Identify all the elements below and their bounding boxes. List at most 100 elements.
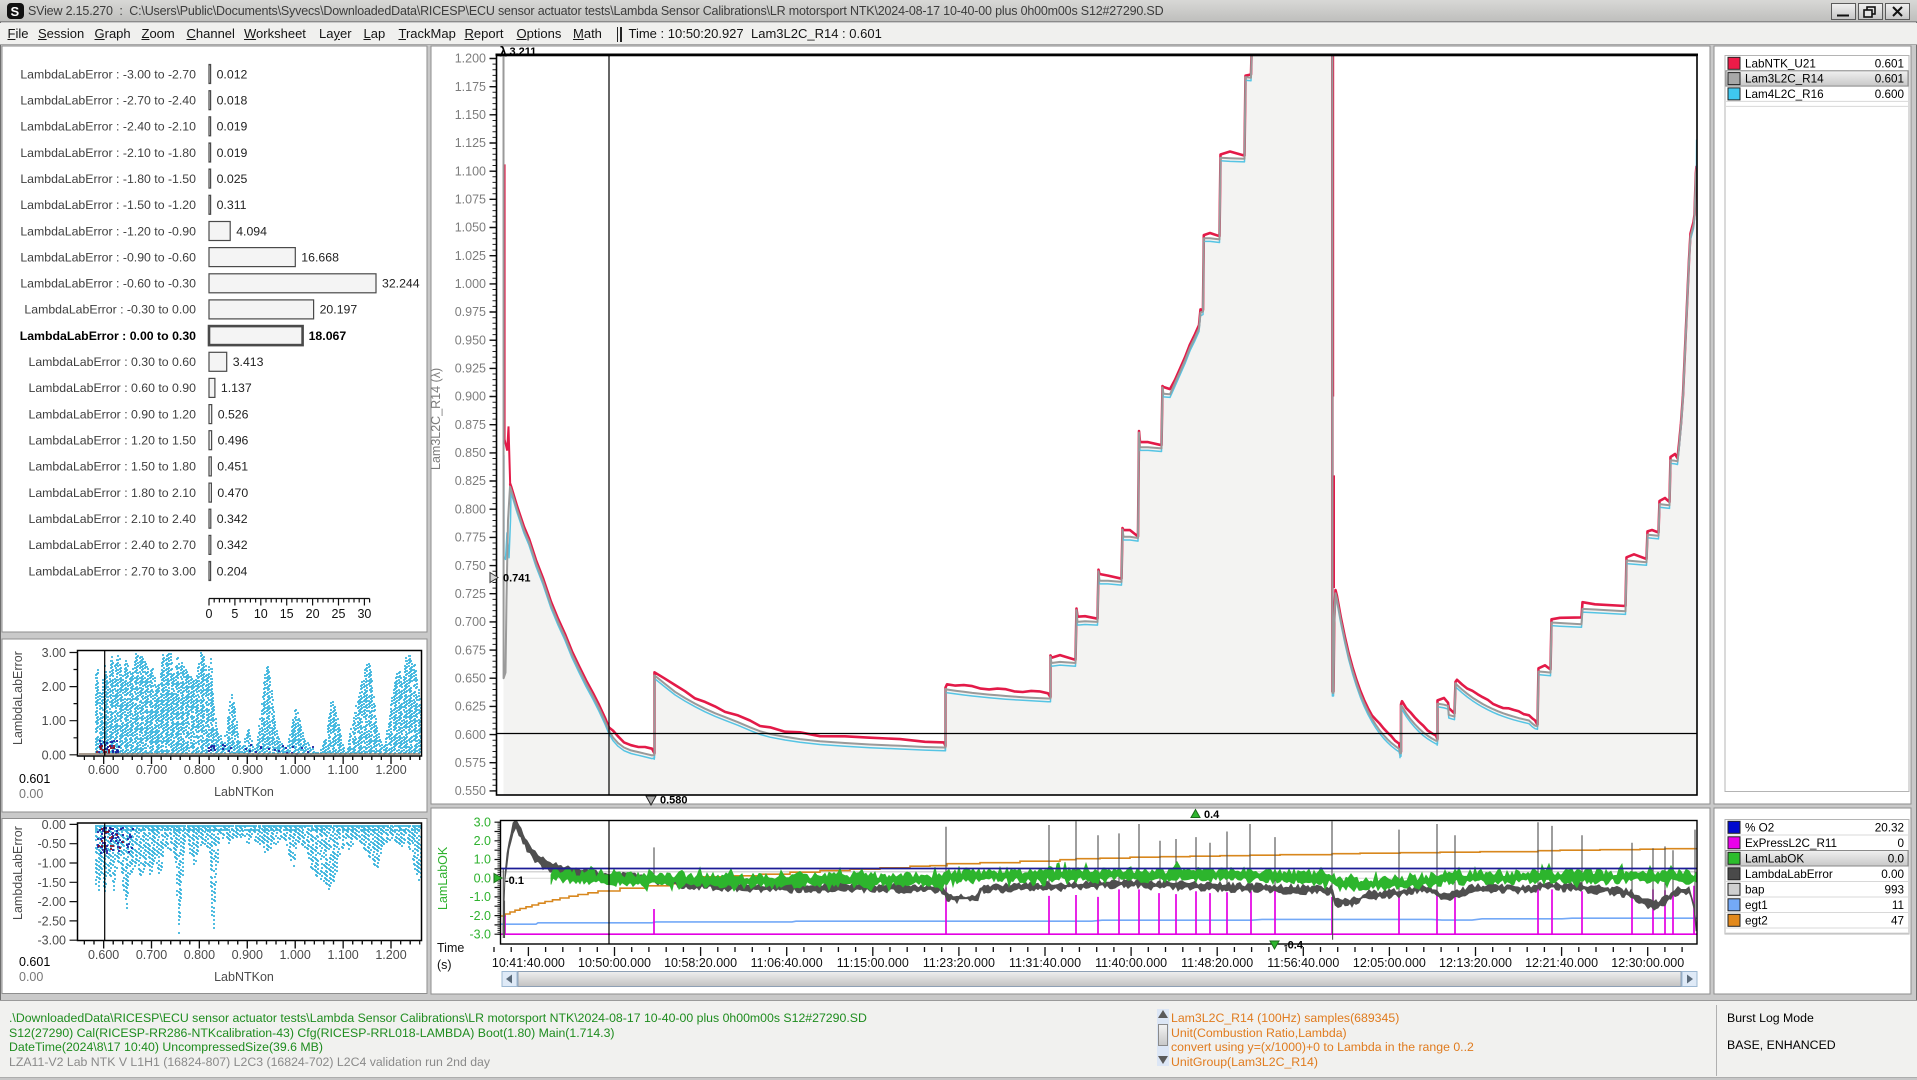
svg-text:11:15:00.000: 11:15:00.000	[837, 956, 909, 970]
svg-text:0.700: 0.700	[455, 615, 486, 629]
svg-text:0.750: 0.750	[455, 559, 486, 573]
svg-text:0.600: 0.600	[88, 948, 119, 962]
svg-text:0.018: 0.018	[217, 94, 248, 108]
svg-text:Lam4L2C_R16: Lam4L2C_R16	[1745, 88, 1824, 101]
svg-text:0.575: 0.575	[455, 756, 486, 770]
svg-text:-2.0: -2.0	[469, 909, 491, 923]
svg-text:-3.0: -3.0	[469, 927, 491, 941]
svg-text:1.200: 1.200	[455, 52, 486, 66]
svg-text:LabNTKon: LabNTKon	[214, 785, 274, 799]
svg-text:0.526: 0.526	[218, 407, 249, 421]
svg-text:0.00: 0.00	[19, 970, 43, 984]
svg-text:LambdaLabError : 2.40 to 2.70: LambdaLabError : 2.40 to 2.70	[29, 538, 197, 552]
svg-text:0.975: 0.975	[455, 305, 486, 319]
svg-text:LambdaLabError : 1.20 to 1.50: LambdaLabError : 1.20 to 1.50	[29, 434, 197, 448]
svg-text:0.601: 0.601	[1875, 57, 1904, 70]
svg-text:1.000: 1.000	[455, 277, 486, 291]
svg-text:0.775: 0.775	[455, 531, 486, 545]
svg-text:2.0: 2.0	[474, 834, 491, 848]
svg-text:0.019: 0.019	[217, 120, 248, 134]
svg-text:2.00: 2.00	[42, 680, 66, 694]
svg-text:11:56:40.000: 11:56:40.000	[1267, 956, 1339, 970]
svg-text:10: 10	[254, 607, 268, 621]
svg-text:0.00: 0.00	[19, 787, 43, 801]
svg-text:1.150: 1.150	[455, 108, 486, 122]
svg-text:0.625: 0.625	[455, 700, 486, 714]
svg-text:32.244: 32.244	[382, 277, 420, 291]
svg-text:LambdaLabError : 0.90 to 1.20: LambdaLabError : 0.90 to 1.20	[29, 407, 197, 421]
svg-text:11:48:20.000: 11:48:20.000	[1181, 956, 1253, 970]
svg-text:1.100: 1.100	[327, 948, 358, 962]
svg-text:10:58:20.000: 10:58:20.000	[664, 956, 737, 970]
svg-text:LambdaLabError : -3.00 to -2.7: LambdaLabError : -3.00 to -2.70	[20, 67, 196, 81]
svg-text:20.197: 20.197	[320, 303, 358, 317]
svg-text:30: 30	[357, 607, 371, 621]
svg-text:1.200: 1.200	[375, 948, 406, 962]
svg-text:Time: Time	[437, 941, 464, 955]
svg-text:0.0: 0.0	[474, 871, 491, 885]
svg-text:LambdaLabError : -0.90 to -0.6: LambdaLabError : -0.90 to -0.60	[20, 250, 196, 264]
svg-text:0.601: 0.601	[1875, 73, 1904, 86]
svg-text:λ: λ	[500, 45, 508, 60]
svg-text:1.00: 1.00	[42, 714, 66, 728]
svg-text:0.675: 0.675	[455, 643, 486, 657]
svg-text:0.496: 0.496	[218, 434, 249, 448]
svg-text:12:05:00.000: 12:05:00.000	[1353, 956, 1426, 970]
svg-text:0.800: 0.800	[455, 502, 486, 516]
svg-text:LambdaLabError : -2.70 to -2.4: LambdaLabError : -2.70 to -2.40	[20, 94, 196, 108]
svg-text:20.32: 20.32	[1875, 821, 1904, 834]
svg-text:11:23:20.000: 11:23:20.000	[923, 956, 995, 970]
svg-text:LambdaLabError: LambdaLabError	[11, 826, 25, 920]
svg-text:LambdaLabError : 1.80 to 2.10: LambdaLabError : 1.80 to 2.10	[29, 486, 197, 500]
svg-text:0.600: 0.600	[455, 728, 486, 742]
svg-text:993: 993	[1884, 883, 1904, 896]
svg-text:0.342: 0.342	[217, 538, 248, 552]
svg-text:10:50:00.000: 10:50:00.000	[578, 956, 651, 970]
svg-text:0.204: 0.204	[217, 564, 248, 578]
svg-text:5: 5	[231, 607, 238, 621]
svg-text:1.000: 1.000	[280, 763, 311, 777]
svg-text:0.950: 0.950	[455, 333, 486, 347]
svg-text:0.900: 0.900	[232, 763, 263, 777]
svg-text:-3.00: -3.00	[38, 934, 67, 948]
svg-text:egt1: egt1	[1745, 899, 1768, 912]
svg-text:0.700: 0.700	[136, 948, 167, 962]
svg-text:11:31:40.000: 11:31:40.000	[1009, 956, 1081, 970]
svg-text:LambdaLabError : 0.60 to 0.90: LambdaLabError : 0.60 to 0.90	[29, 381, 197, 395]
svg-text:20: 20	[306, 607, 320, 621]
svg-text:0.025: 0.025	[217, 172, 248, 186]
svg-text:-0.50: -0.50	[38, 837, 67, 851]
svg-text:LamLabOK: LamLabOK	[436, 846, 450, 910]
svg-text:3.413: 3.413	[233, 355, 264, 369]
svg-text:4.094: 4.094	[236, 224, 267, 238]
svg-text:0.311: 0.311	[217, 198, 247, 212]
svg-text:0.012: 0.012	[217, 67, 248, 81]
svg-text:egt2: egt2	[1745, 914, 1768, 927]
svg-text:0.800: 0.800	[184, 948, 215, 962]
svg-text:1.175: 1.175	[455, 80, 486, 94]
svg-text:0.019: 0.019	[217, 146, 248, 160]
svg-text:1.200: 1.200	[375, 763, 406, 777]
svg-text:Lam3L2C_R14 (λ): Lam3L2C_R14 (λ)	[429, 368, 443, 470]
svg-text:-0.4: -0.4	[1284, 940, 1304, 952]
svg-text:% O2: % O2	[1745, 821, 1774, 834]
svg-text:LambdaLabError : 2.70 to 3.00: LambdaLabError : 2.70 to 3.00	[29, 564, 197, 578]
svg-text:LambdaLabError : -2.40 to -2.1: LambdaLabError : -2.40 to -2.10	[20, 120, 196, 134]
svg-text:25: 25	[332, 607, 346, 621]
svg-text:0.741: 0.741	[503, 573, 531, 585]
svg-text:0.650: 0.650	[455, 671, 486, 685]
svg-text:LambdaLabError : -2.10 to -1.8: LambdaLabError : -2.10 to -1.80	[20, 146, 196, 160]
svg-text:LabNTK_U21: LabNTK_U21	[1745, 57, 1816, 70]
svg-text:0: 0	[1897, 837, 1904, 850]
svg-text:1.137: 1.137	[221, 381, 252, 395]
svg-text:-1.0: -1.0	[469, 890, 491, 904]
svg-text:0.00: 0.00	[42, 818, 66, 832]
svg-text:(s): (s)	[437, 958, 452, 972]
svg-text:-1.00: -1.00	[38, 857, 67, 871]
svg-text:16.668: 16.668	[301, 250, 339, 264]
svg-text:3.0: 3.0	[474, 815, 491, 829]
svg-text:0.342: 0.342	[217, 512, 248, 526]
svg-text:LambdaLabError: LambdaLabError	[11, 651, 25, 745]
svg-text:0.600: 0.600	[88, 763, 119, 777]
svg-text:1.100: 1.100	[327, 763, 358, 777]
